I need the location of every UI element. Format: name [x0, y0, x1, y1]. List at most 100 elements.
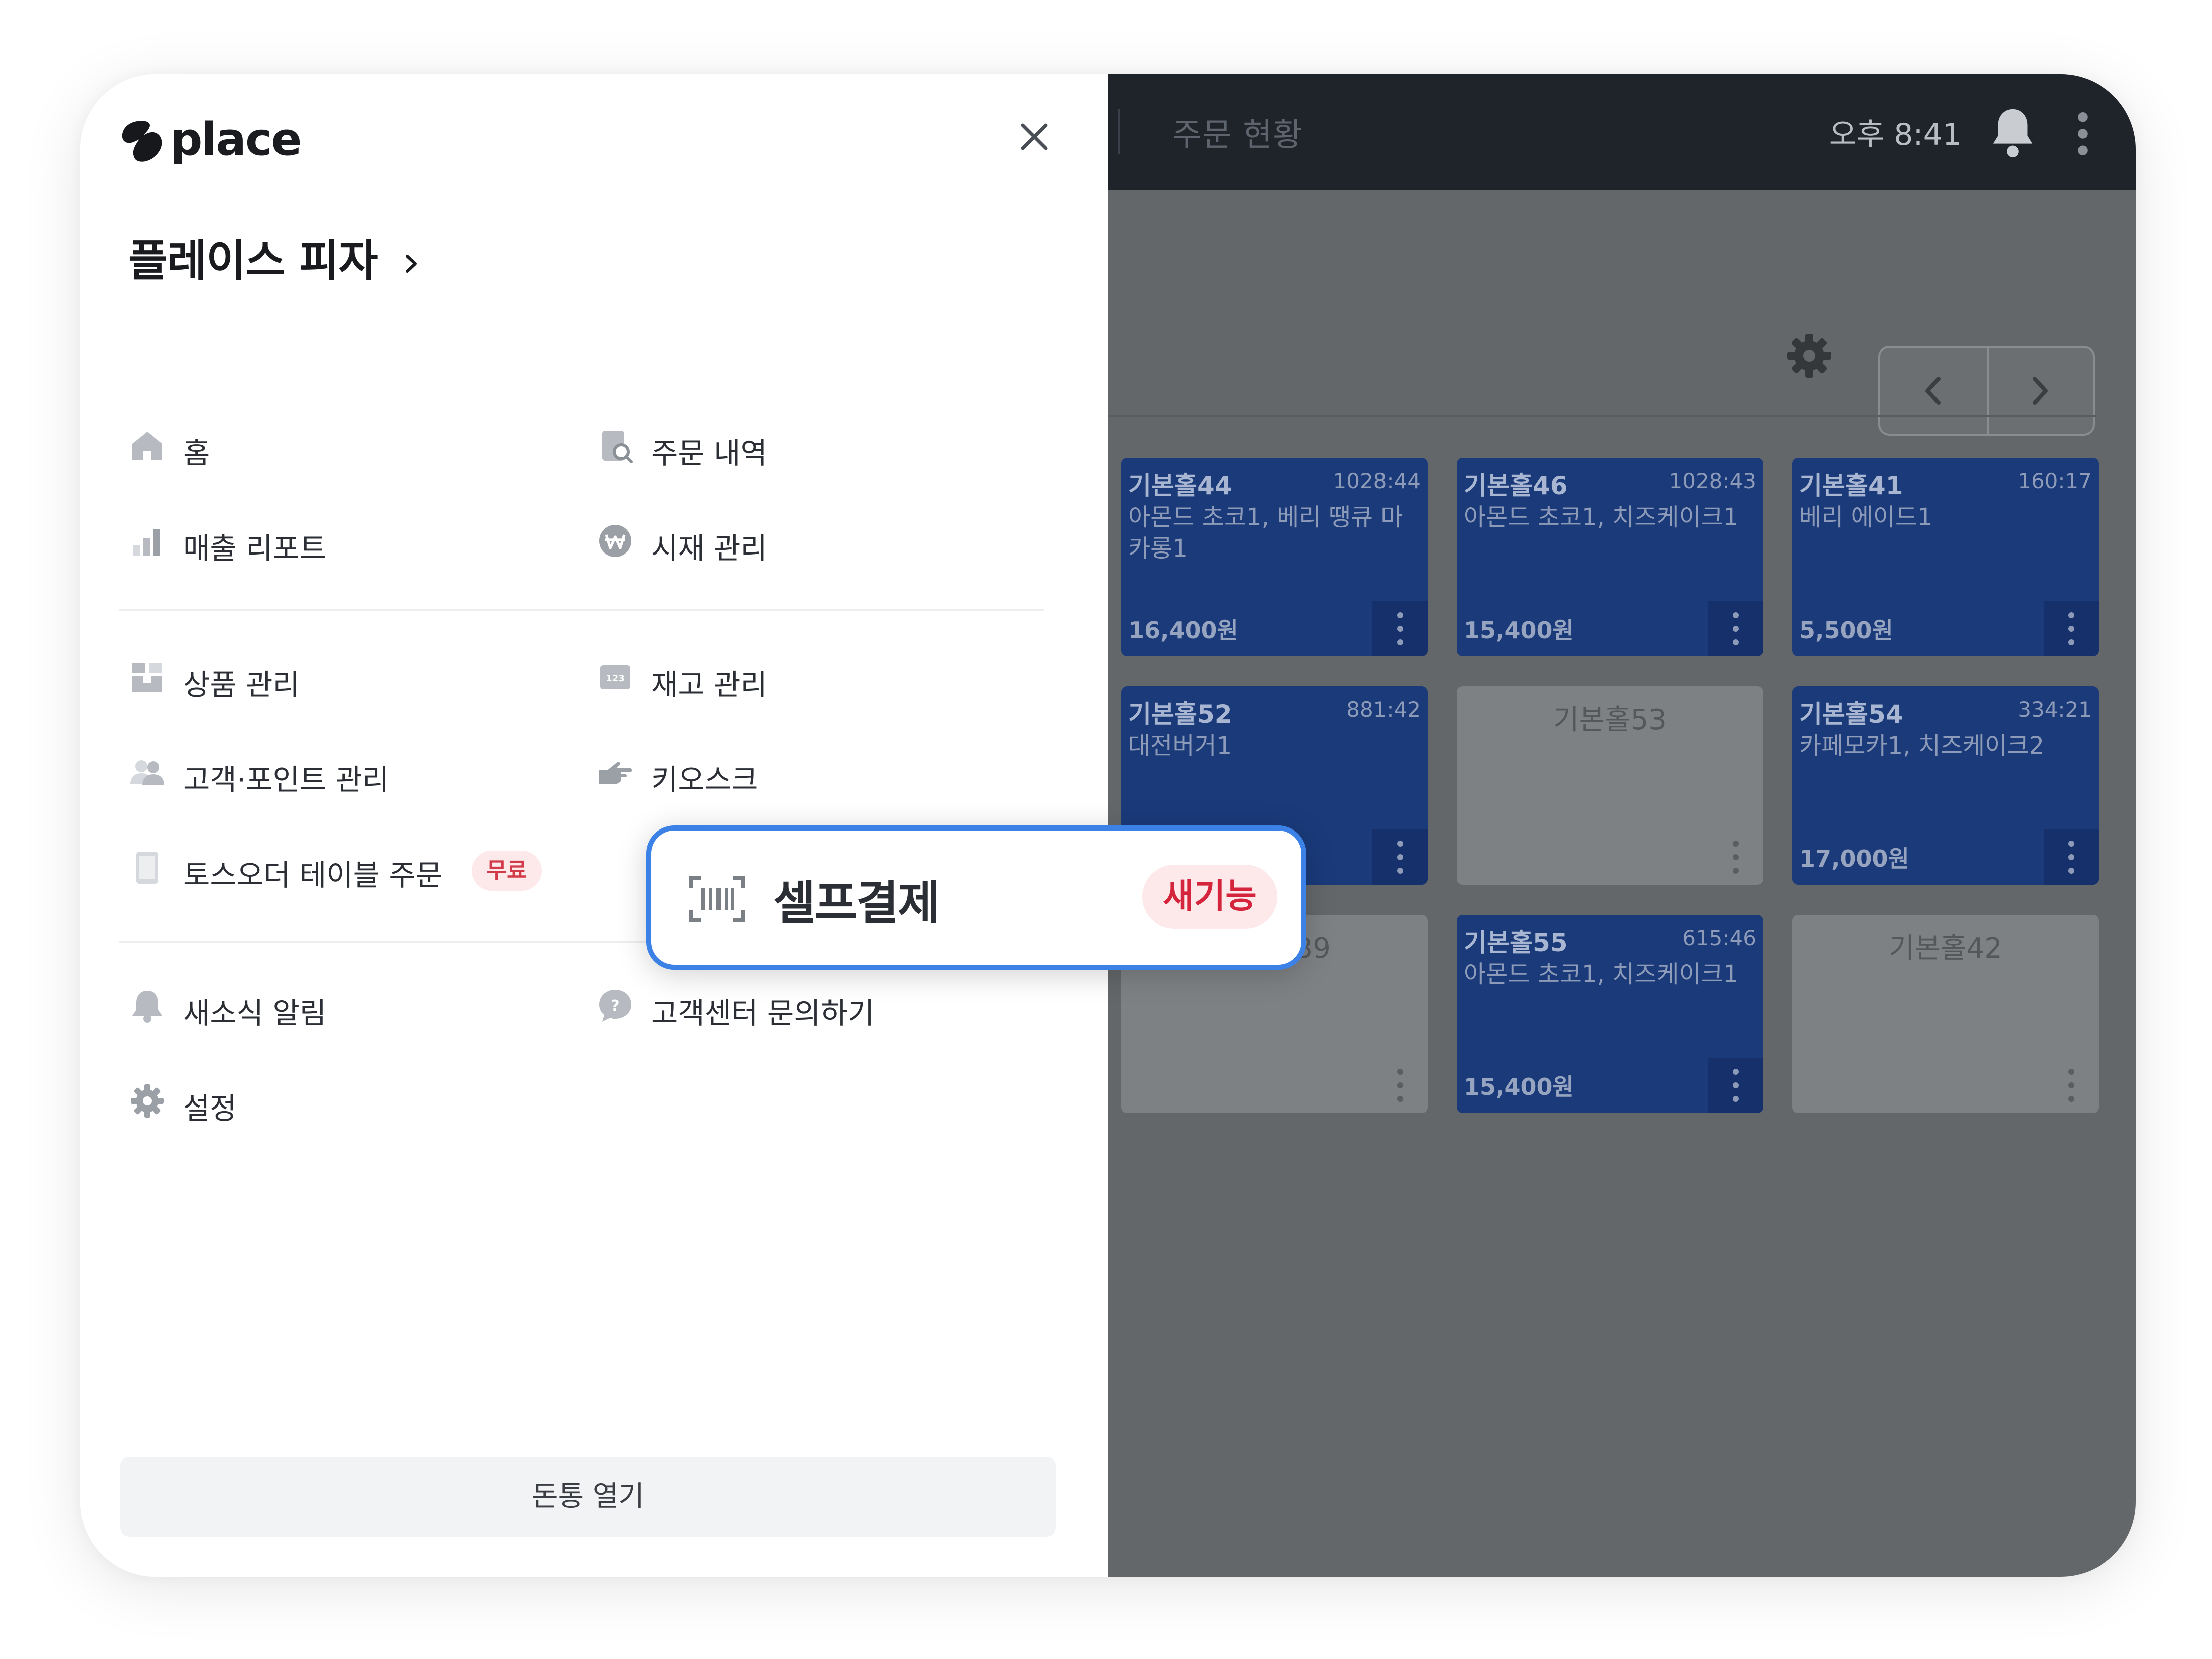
menu-item-label: 주문 내역 [651, 436, 767, 470]
more-vertical-icon [2068, 841, 2074, 874]
bar-chart-icon [133, 529, 160, 556]
chevron-left-icon [1925, 377, 1941, 405]
product-icon [132, 663, 162, 692]
menu-item-self-checkout[interactable]: 셀프결제 새기능 [646, 825, 1306, 970]
table-more-button[interactable] [1708, 601, 1763, 656]
tablet-icon [136, 852, 158, 884]
close-icon[interactable] [1012, 114, 1057, 159]
table-card[interactable]: 기본홀54 334:21 카페모카1, 치즈케이크2 17,000원 [1792, 686, 2099, 885]
order-history-icon [602, 431, 633, 463]
table-more-button[interactable] [2044, 601, 2099, 656]
settings-gear-icon[interactable] [1785, 332, 1833, 380]
kiosk-hand-icon [599, 762, 632, 784]
table-elapsed-time: 334:21 [2018, 697, 2092, 722]
self-checkout-label: 셀프결제 [773, 876, 940, 930]
menu-item-label: 홈 [183, 436, 210, 470]
menu-item-label: 새소식 알림 [183, 996, 327, 1030]
table-more-button[interactable] [1372, 829, 1428, 885]
tablet-screen: 주문 현황 오후 8:41 기본홀44 1028:44 아몬드 초코1, 베리 … [80, 74, 2136, 1577]
menu-item-label: 키오스크 [651, 763, 758, 797]
more-vertical-icon [1733, 612, 1739, 645]
more-vertical-icon [1397, 841, 1403, 874]
logo-text: place [170, 113, 302, 166]
barcode-scan-icon [689, 876, 745, 922]
table-card[interactable]: 기본홀44 1028:44 아몬드 초코1, 베리 땡큐 마카롱1 16,400… [1121, 458, 1428, 656]
customers-icon [130, 760, 164, 785]
more-vertical-icon [1733, 841, 1739, 874]
prev-page-button[interactable] [1880, 348, 1989, 434]
table-more-button[interactable] [1708, 1058, 1763, 1113]
more-vertical-icon [1397, 1069, 1403, 1102]
open-cash-drawer-button[interactable]: 돈통 열기 [120, 1457, 1056, 1537]
table-card[interactable]: 기본홀46 1028:43 아몬드 초코1, 치즈케이크1 15,400원 [1457, 458, 1763, 656]
table-name: 기본홀54 [1799, 700, 1903, 729]
table-card-empty[interactable]: 기본홀42 [1792, 915, 2099, 1113]
app-header: 주문 현황 오후 8:41 [1108, 74, 2136, 190]
menu-item-label: 재고 관리 [651, 668, 767, 702]
menu-item-label: 설정 [183, 1091, 237, 1126]
clock: 오후 8:41 [1829, 117, 1962, 152]
table-elapsed-time: 160:17 [2018, 469, 2092, 493]
place-logo-icon [122, 121, 162, 162]
chevron-right-icon [405, 254, 417, 273]
table-total-price: 15,400원 [1464, 617, 1574, 644]
gear-icon [131, 1084, 164, 1118]
svg-text:123: 123 [606, 673, 625, 684]
menu-item-label: 시재 관리 [651, 531, 767, 566]
table-order-items: 아몬드 초코1, 베리 땡큐 마카롱1 [1128, 503, 1403, 563]
table-total-price: 16,400원 [1128, 617, 1238, 644]
menu-item-label: 고객·포인트 관리 [183, 763, 389, 797]
table-more-button[interactable] [1372, 1058, 1428, 1113]
pager [1878, 346, 2095, 436]
inventory-icon: 123 [600, 665, 630, 689]
help-icon: ? [599, 990, 631, 1022]
table-card-empty[interactable]: 기본홀53 [1457, 686, 1763, 885]
new-feature-badge: 새기능 [1142, 865, 1277, 929]
table-card[interactable]: 기본홀41 160:17 베리 에이드1 5,500원 [1792, 458, 2099, 656]
store-selector[interactable]: 플레이스 피자 [128, 225, 421, 288]
page-title: 주문 현황 [1172, 117, 1303, 154]
table-name: 기본홀44 [1128, 471, 1232, 500]
table-order-items: 대전버거1 [1128, 732, 1232, 760]
menu-item-label: 토스오더 테이블 주문 [183, 858, 443, 892]
svg-text:?: ? [611, 997, 619, 1015]
table-more-button[interactable] [2044, 1058, 2099, 1113]
table-name: 기본홀55 [1464, 928, 1568, 957]
table-total-price: 15,400원 [1464, 1073, 1574, 1100]
table-elapsed-time: 1028:43 [1669, 469, 1756, 493]
table-total-price: 5,500원 [1799, 617, 1893, 644]
table-order-items: 아몬드 초코1, 치즈케이크1 [1464, 960, 1739, 988]
table-name: 기본홀53 [1553, 704, 1667, 736]
more-menu-icon[interactable] [2076, 111, 2090, 156]
table-more-button[interactable] [1708, 829, 1763, 885]
menu-item-label: 상품 관리 [183, 668, 300, 702]
free-badge: 무료 [472, 851, 542, 891]
menu-divider [119, 609, 1044, 611]
won-coin-icon [599, 525, 631, 557]
header-divider [1118, 109, 1120, 154]
table-more-button[interactable] [2044, 829, 2099, 885]
more-vertical-icon [1397, 612, 1403, 645]
bell-icon [132, 991, 162, 1023]
more-vertical-icon [1733, 1069, 1739, 1102]
table-name: 기본홀46 [1464, 471, 1568, 500]
table-order-items: 아몬드 초코1, 치즈케이크1 [1464, 503, 1739, 531]
table-total-price: 17,000원 [1799, 845, 1909, 872]
table-order-items: 카페모카1, 치즈케이크2 [1799, 732, 2045, 760]
table-elapsed-time: 1028:44 [1333, 469, 1421, 493]
next-page-button[interactable] [1987, 348, 2093, 434]
table-name: 기본홀41 [1799, 471, 1903, 500]
table-elapsed-time: 615:46 [1682, 926, 1756, 950]
home-icon [132, 432, 162, 460]
store-name: 플레이스 피자 [128, 236, 378, 286]
table-name: 기본홀52 [1128, 700, 1232, 729]
table-elapsed-time: 881:42 [1346, 697, 1421, 722]
menu-item-label: 매출 리포트 [183, 531, 327, 566]
more-vertical-icon [2068, 1069, 2074, 1102]
table-order-items: 베리 에이드1 [1799, 503, 1933, 531]
notification-bell-icon[interactable] [1989, 105, 2037, 160]
table-card[interactable]: 기본홀55 615:46 아몬드 초코1, 치즈케이크1 15,400원 [1457, 915, 1763, 1113]
chevron-right-icon [2033, 377, 2048, 405]
table-more-button[interactable] [1372, 601, 1428, 656]
toolbar-divider [1108, 415, 2096, 417]
